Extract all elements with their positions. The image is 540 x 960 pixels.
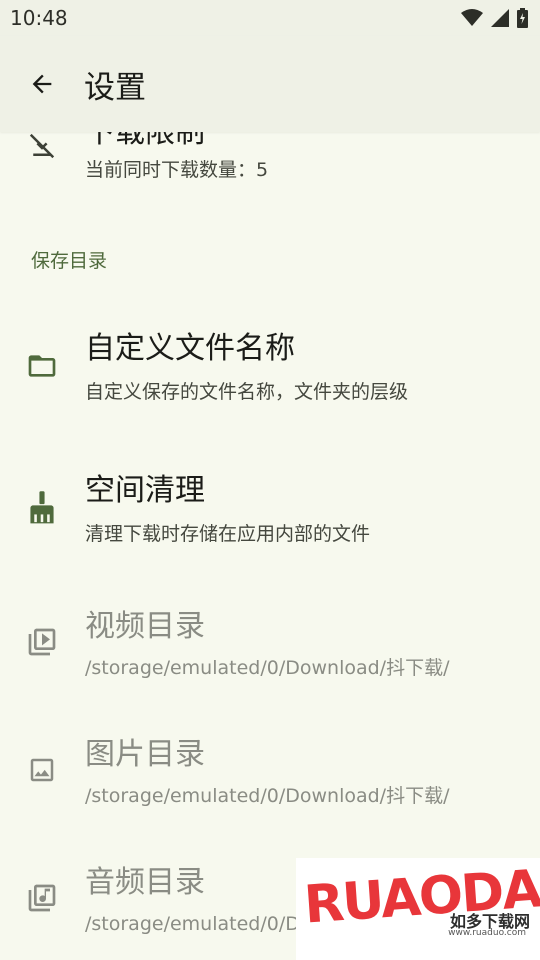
setting-title: 视频目录 [85,609,205,644]
video-library-icon [24,624,60,660]
setting-summary: 清理下载时存储在应用内部的文件 [85,523,371,545]
setting-custom-filename[interactable]: 自定义文件名称 自定义保存的文件名称，文件夹的层级 [0,300,540,430]
setting-image-dir: 图片目录 /storage/emulated/0/Download/抖下载/ [0,708,540,833]
setting-title: 空间清理 [85,473,205,508]
back-button[interactable] [20,62,64,106]
broom-icon [24,490,60,526]
page-title: 设置 [84,69,146,106]
watermark-url: www.ruaduo.com [448,928,526,938]
section-header-save-dir: 保存目录 [31,250,108,272]
setting-title: 自定义文件名称 [85,331,295,366]
setting-title: 音频目录 [85,865,205,900]
setting-summary: /storage/emulated/0/Download/抖下载/ [85,657,450,679]
watermark-logo: RUAODAO 如多下载网 www.ruaduo.com [296,858,540,960]
settings-list: 下载限制 当前同时下载数量：5 保存目录 自定义文件名称 自定义保存的文件名称，… [0,0,540,960]
top-app-bar: 设置 [0,36,540,132]
folder-icon [24,348,60,384]
music-library-icon [24,880,60,916]
setting-summary: /storage/emulated/0/Download/抖下载/ [85,785,450,807]
arrow-back-icon [32,74,52,94]
setting-video-dir: 视频目录 /storage/emulated/0/Download/抖下载/ [0,580,540,705]
setting-space-cleanup[interactable]: 空间清理 清理下载时存储在应用内部的文件 [0,440,540,570]
setting-summary: 自定义保存的文件名称，文件夹的层级 [85,381,409,403]
download-off-icon [24,128,60,164]
setting-summary: 当前同时下载数量：5 [85,159,269,181]
setting-title: 图片目录 [85,737,205,772]
image-icon [24,752,60,788]
